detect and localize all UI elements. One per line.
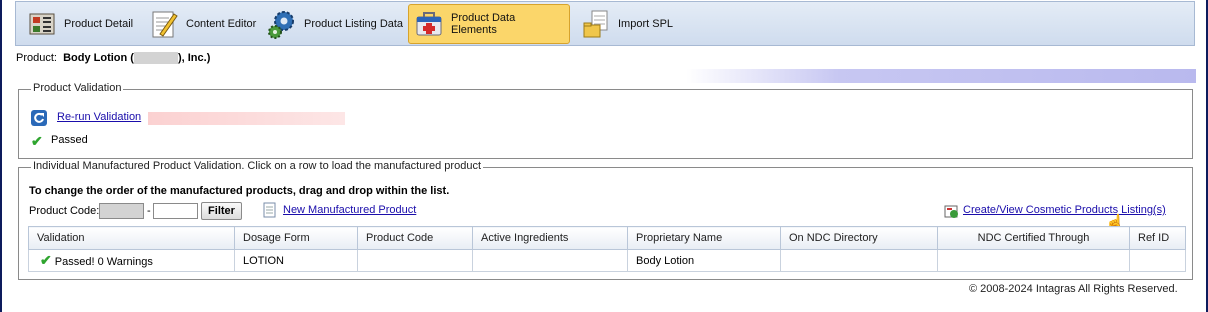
gears-icon bbox=[266, 8, 298, 40]
window-frame-left bbox=[0, 0, 2, 312]
tab-label: Product Detail bbox=[64, 18, 134, 30]
column-header-ref-id[interactable]: Ref ID bbox=[1129, 226, 1186, 250]
medical-kit-icon bbox=[413, 8, 445, 40]
product-code-input-2[interactable] bbox=[153, 203, 198, 219]
rerun-validation-link[interactable]: Re-run Validation bbox=[57, 111, 141, 123]
column-header-validation[interactable]: Validation bbox=[28, 226, 235, 250]
product-validation-panel: Product Validation Re-run Validation ✔ P… bbox=[18, 82, 1193, 159]
reorder-instruction: To change the order of the manufactured … bbox=[29, 185, 450, 197]
panel-legend: Individual Manufactured Product Validati… bbox=[31, 160, 483, 172]
redacted-block bbox=[133, 52, 178, 65]
cell-dosage-form: LOTION bbox=[234, 249, 358, 272]
check-icon: ✔ bbox=[40, 252, 52, 268]
copyright-footer: © 2008-2024 Intagras All Rights Reserved… bbox=[969, 283, 1178, 295]
manufactured-products-table: Validation Dosage Form Product Code Acti… bbox=[28, 226, 1186, 272]
validation-text: Passed! 0 Warnings bbox=[54, 256, 153, 268]
tab-product-listing-data[interactable]: Product Listing Data bbox=[262, 4, 409, 44]
cell-proprietary-name: Body Lotion bbox=[627, 249, 781, 272]
tab-product-data-elements[interactable]: Product Data Elements bbox=[408, 4, 570, 44]
document-icon bbox=[263, 202, 277, 221]
product-name-start: Body Lotion ( bbox=[63, 52, 134, 64]
product-label: Product: bbox=[16, 52, 57, 64]
tab-label: Product Data Elements bbox=[451, 12, 516, 36]
edit-document-icon bbox=[148, 8, 180, 40]
code-separator: - bbox=[147, 205, 151, 217]
column-header-dosage-form[interactable]: Dosage Form bbox=[234, 226, 358, 250]
cell-active-ingredients bbox=[472, 249, 628, 272]
cosmetic-products-listing-link[interactable]: Create/View Cosmetic Products Listing(s) bbox=[963, 204, 1166, 216]
cell-on-ndc-directory bbox=[780, 249, 938, 272]
tab-content-editor[interactable]: Content Editor bbox=[144, 4, 262, 44]
cosmetic-listing-icon bbox=[944, 203, 960, 222]
redacted-block bbox=[148, 112, 345, 125]
progress-strip bbox=[686, 69, 1196, 83]
table-row[interactable]: ✔ Passed! 0 Warnings LOTION Body Lotion bbox=[28, 249, 1186, 272]
refresh-icon[interactable] bbox=[31, 110, 47, 126]
column-header-active-ingredients[interactable]: Active Ingredients bbox=[472, 226, 628, 250]
product-name-end: ), Inc.) bbox=[177, 52, 211, 64]
cell-product-code bbox=[357, 249, 473, 272]
tab-import-spl[interactable]: Import SPL bbox=[576, 4, 679, 44]
product-header: Product: Body Lotion ( ), Inc.) bbox=[16, 52, 211, 65]
cell-ref-id bbox=[1129, 249, 1186, 272]
column-header-product-code[interactable]: Product Code bbox=[357, 226, 473, 250]
new-manufactured-product-link[interactable]: New Manufactured Product bbox=[283, 204, 416, 216]
cell-ndc-certified-through bbox=[937, 249, 1130, 272]
product-code-label: Product Code: bbox=[29, 205, 100, 217]
import-document-icon bbox=[580, 8, 612, 40]
tab-label: Import SPL bbox=[618, 18, 674, 30]
tab-product-detail[interactable]: Product Detail bbox=[22, 4, 139, 44]
column-header-proprietary-name[interactable]: Proprietary Name bbox=[627, 226, 781, 250]
main-toolbar: Product Detail Content Editor Product Li… bbox=[15, 1, 1195, 46]
column-header-ndc-certified-through[interactable]: NDC Certified Through bbox=[937, 226, 1130, 250]
grid-icon bbox=[26, 8, 58, 40]
panel-legend: Product Validation bbox=[31, 82, 124, 94]
tab-label: Content Editor bbox=[186, 18, 257, 30]
table-header-row: Validation Dosage Form Product Code Acti… bbox=[28, 226, 1186, 250]
tab-label: Product Listing Data bbox=[304, 18, 404, 30]
product-code-input-1[interactable] bbox=[99, 203, 144, 219]
check-icon: ✔ bbox=[31, 133, 43, 149]
cell-validation: ✔ Passed! 0 Warnings bbox=[28, 249, 235, 272]
filter-button[interactable]: Filter bbox=[201, 202, 242, 220]
column-header-on-ndc-directory[interactable]: On NDC Directory bbox=[780, 226, 938, 250]
validation-status: Passed bbox=[51, 134, 88, 146]
